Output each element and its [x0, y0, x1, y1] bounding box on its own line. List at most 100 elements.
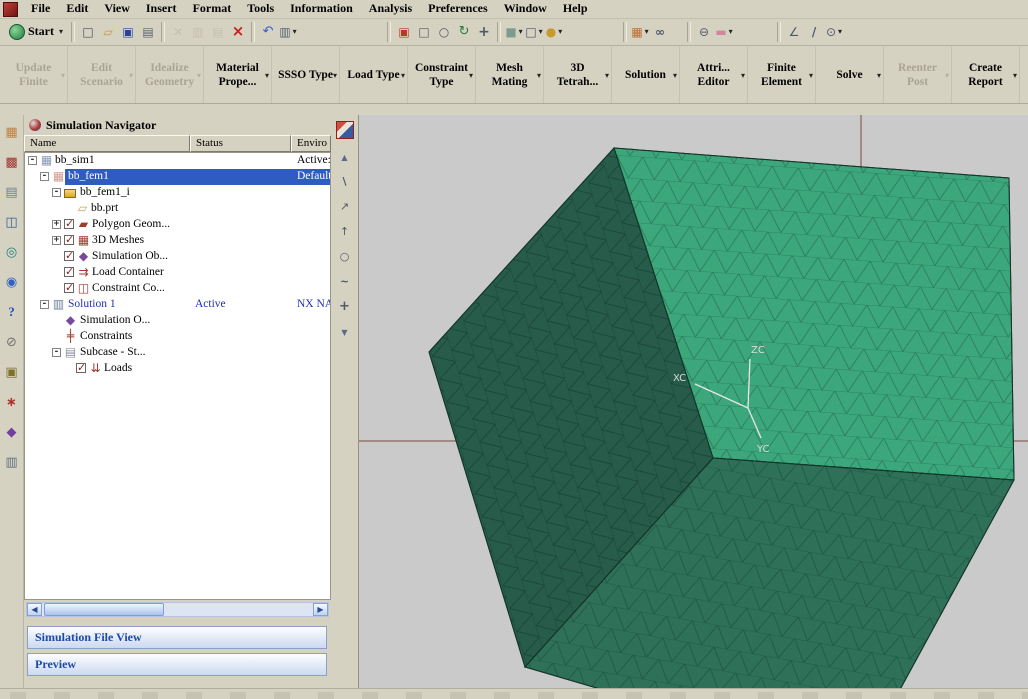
chevron-down-icon[interactable] — [809, 68, 813, 83]
snap-point-button[interactable]: ▾ — [824, 22, 844, 41]
menu-information[interactable]: Information — [282, 0, 361, 18]
system-scenes-button[interactable] — [3, 453, 21, 471]
chevron-down-icon[interactable] — [265, 68, 269, 83]
part-navigator-button[interactable] — [3, 183, 21, 201]
chevron-down-icon[interactable] — [129, 68, 133, 83]
menu-view[interactable]: View — [96, 0, 138, 18]
tree-row-simulation-objects-2[interactable]: Simulation O... — [25, 313, 330, 329]
scroll-left-button[interactable]: ◀ — [27, 603, 42, 616]
point-tool-button[interactable] — [336, 298, 354, 314]
menu-tools[interactable]: Tools — [239, 0, 282, 18]
cut-button[interactable] — [168, 22, 188, 41]
checkbox-checked[interactable] — [64, 219, 74, 229]
tree-row-bb-fem1-i[interactable]: - bb_fem1_i — [25, 185, 330, 201]
constraint-navigator-button[interactable] — [3, 153, 21, 171]
finite-element-button[interactable]: FiniteElement — [748, 46, 816, 103]
checkbox-checked[interactable] — [76, 363, 86, 373]
edit-scenario-button[interactable]: EditScenario — [68, 46, 136, 103]
tetrahedral-mesh-button[interactable]: 3DTetrah... — [544, 46, 612, 103]
expander-icon[interactable]: - — [28, 156, 37, 165]
scroll-up-button[interactable] — [336, 148, 354, 164]
horizontal-scrollbar[interactable]: ◀ ▶ — [26, 602, 329, 617]
solve-button[interactable]: Solve — [816, 46, 884, 103]
start-button[interactable]: Start ▾ — [4, 22, 68, 42]
delete-button[interactable] — [228, 22, 248, 41]
expander-icon[interactable]: - — [52, 188, 61, 197]
scroll-right-button[interactable]: ▶ — [313, 603, 328, 616]
chevron-down-icon[interactable] — [1013, 68, 1017, 83]
zoom-out-button[interactable] — [694, 22, 714, 41]
scroll-down-button[interactable] — [336, 323, 354, 339]
reuse-library-button[interactable] — [3, 213, 21, 231]
tree-row-3d-meshes[interactable]: + 3D Meshes — [25, 233, 330, 249]
line-tool-button[interactable] — [336, 173, 354, 189]
chevron-down-icon[interactable] — [605, 68, 609, 83]
graphics-viewport[interactable]: ZC XC YC — [358, 115, 1028, 688]
wireframe-view-button[interactable]: ▾ — [524, 22, 544, 41]
chevron-down-icon[interactable] — [401, 68, 405, 83]
idealize-geometry-button[interactable]: IdealizeGeometry — [136, 46, 204, 103]
chevron-down-icon[interactable] — [741, 68, 745, 83]
mesh-mating-button[interactable]: MeshMating — [476, 46, 544, 103]
expander-icon[interactable]: + — [52, 220, 61, 229]
palettes-button[interactable] — [3, 363, 21, 381]
preview-bar[interactable]: Preview — [27, 653, 327, 676]
rotate-view-button[interactable] — [454, 22, 474, 41]
expander-icon[interactable]: - — [40, 300, 49, 309]
constraint-type-button[interactable]: ConstraintType — [408, 46, 476, 103]
menu-insert[interactable]: Insert — [138, 0, 185, 18]
menu-preferences[interactable]: Preferences — [420, 0, 496, 18]
open-button[interactable] — [98, 22, 118, 41]
create-report-button[interactable]: CreateReport — [952, 46, 1020, 103]
spline-tool-button[interactable] — [336, 273, 354, 289]
undo-button[interactable] — [258, 22, 278, 41]
print-button[interactable] — [138, 22, 158, 41]
chevron-down-icon[interactable] — [61, 68, 65, 83]
tree-row-solution-1[interactable]: - Solution 1 Active NX NAST — [25, 297, 330, 313]
menu-analysis[interactable]: Analysis — [361, 0, 420, 18]
tree-row-constraints[interactable]: Constraints — [25, 329, 330, 345]
tree-row-bb-prt[interactable]: bb.prt — [25, 201, 330, 217]
meshed-cube-model[interactable] — [429, 148, 1014, 688]
checkbox-checked[interactable] — [64, 251, 74, 261]
fit-view-button[interactable] — [394, 22, 414, 41]
zoom-button[interactable] — [434, 22, 454, 41]
copy-button[interactable] — [188, 22, 208, 41]
tree-row-bb-fem1[interactable]: - bb_fem1 Default — [25, 169, 330, 185]
column-environment[interactable]: Enviro — [291, 135, 331, 152]
vector-tool-button[interactable] — [336, 198, 354, 214]
menu-help[interactable]: Help — [555, 0, 596, 18]
show-hide-button[interactable] — [650, 22, 670, 41]
ssso-type-button[interactable]: SSSO Type — [272, 46, 340, 103]
render-style-button[interactable]: ▾ — [544, 22, 564, 41]
pan-button[interactable] — [474, 22, 494, 41]
tree-row-bb-sim1[interactable]: - bb_sim1 Active: — [25, 153, 330, 169]
chevron-down-icon[interactable] — [333, 68, 337, 83]
menu-edit[interactable]: Edit — [58, 0, 96, 18]
axis-tool-button[interactable] — [336, 223, 354, 239]
paste-button[interactable] — [208, 22, 228, 41]
menu-format[interactable]: Format — [185, 0, 240, 18]
chevron-down-icon[interactable] — [197, 68, 201, 83]
checkbox-checked[interactable] — [64, 235, 74, 245]
chevron-down-icon[interactable] — [537, 68, 541, 83]
display-update-button[interactable]: ▾ — [278, 22, 298, 41]
menu-window[interactable]: Window — [496, 0, 555, 18]
menu-file[interactable]: File — [23, 0, 58, 18]
hd3d-tools-button[interactable] — [3, 243, 21, 261]
save-button[interactable] — [118, 22, 138, 41]
column-status[interactable]: Status — [190, 135, 291, 152]
reenter-post-button[interactable]: ReenterPost — [884, 46, 952, 103]
expander-icon[interactable]: + — [52, 236, 61, 245]
update-finite-button[interactable]: UpdateFinite — [0, 46, 68, 103]
tree-row-subcase[interactable]: - Subcase - St... — [25, 345, 330, 361]
tree-row-polygon-geometry[interactable]: + Polygon Geom... — [25, 217, 330, 233]
chevron-down-icon[interactable] — [673, 68, 677, 83]
solution-button[interactable]: Solution — [612, 46, 680, 103]
help-button[interactable] — [3, 303, 21, 321]
new-file-button[interactable] — [78, 22, 98, 41]
zoom-window-button[interactable] — [414, 22, 434, 41]
process-studio-button[interactable] — [3, 393, 21, 411]
history-button[interactable] — [3, 333, 21, 351]
attribute-editor-button[interactable]: Attri...Editor — [680, 46, 748, 103]
